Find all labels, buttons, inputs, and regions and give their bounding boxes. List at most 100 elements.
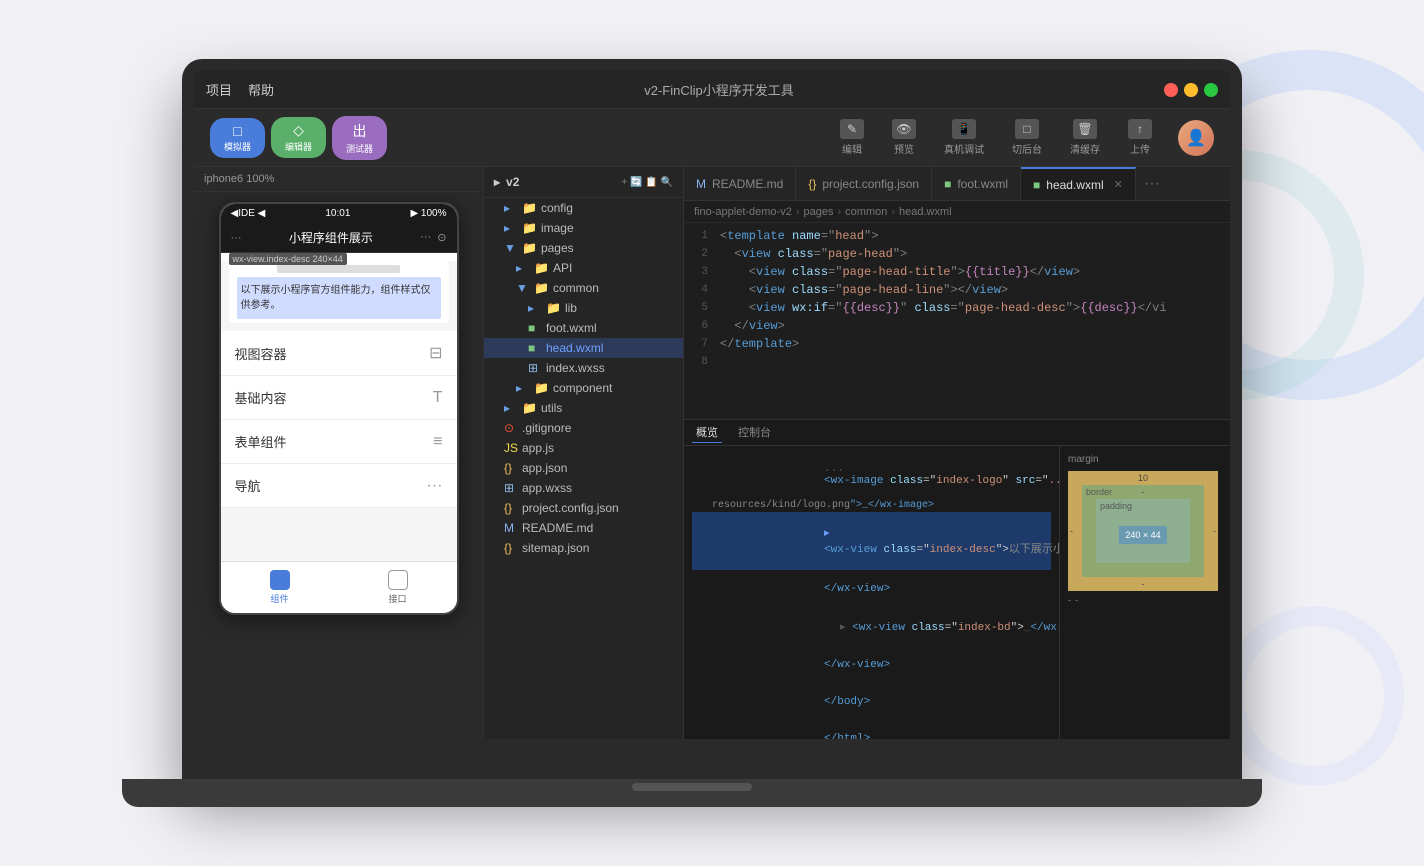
filetree-foot-wxml[interactable]: ■ foot.wxml <box>484 318 683 338</box>
laptop-frame: 项目 帮助 v2-FinClip小程序开发工具 □ 模拟器 <box>182 59 1242 779</box>
phone-list-item-4[interactable]: 导航 ··· <box>221 464 457 508</box>
head-tab-close[interactable]: ✕ <box>1114 178 1123 191</box>
filetree-head-wxml[interactable]: ■ head.wxml <box>484 338 683 358</box>
folder-icon-img: 📁 <box>522 221 537 235</box>
code-area[interactable]: 1 <template name="head"> 2 <view class="… <box>684 223 1230 419</box>
close-btn[interactable] <box>1164 83 1178 97</box>
filetree-pages[interactable]: ▼ 📁 pages <box>484 238 683 258</box>
html-line-3: </wx-view> <box>692 571 1051 607</box>
action-upload[interactable]: ↑ 上传 <box>1118 115 1162 160</box>
filetree-utils[interactable]: ▸ 📁 utils <box>484 398 683 418</box>
filetree-pages-label: pages <box>541 241 574 255</box>
breadcrumb-sep-3: › <box>891 206 895 218</box>
phone-device: ◀IDE ◀ 10:01 ▶ 100% ··· 小程序组件展示 ··· ⊙ <box>219 202 459 615</box>
filetree-actions: + 🔄 📋 🔍 <box>621 177 673 188</box>
menu-project[interactable]: 项目 <box>206 80 232 99</box>
phone-list-item-1[interactable]: 视图容器 ⊟ <box>221 331 457 376</box>
tab-head-wxml[interactable]: ■ head.wxml ✕ <box>1021 167 1136 200</box>
filetree-image[interactable]: ▸ 📁 image <box>484 218 683 238</box>
html-line-2[interactable]: ▸ <wx-view class="index-desc">以下展示小程序官方组… <box>692 512 1051 570</box>
more-tabs-button[interactable]: ··· <box>1136 175 1168 193</box>
maximize-btn[interactable] <box>1204 83 1218 97</box>
minimize-btn[interactable] <box>1184 83 1198 97</box>
code-line-6: 6 </view> <box>684 317 1230 335</box>
filetree-gitignore[interactable]: ⊙ .gitignore <box>484 418 683 438</box>
project-config-tab-icon: {} <box>808 177 816 191</box>
foot-tab-label: foot.wxml <box>957 177 1008 191</box>
phone-list-item-3[interactable]: 表单组件 ≡ <box>221 420 457 464</box>
phone-dots-icon: ··· <box>420 231 431 244</box>
filetree-readme[interactable]: M README.md <box>484 518 683 538</box>
devtools-tab-overview[interactable]: 概览 <box>692 422 722 443</box>
edit-label: 编辑 <box>842 141 862 156</box>
phone-header: iphone6 100% <box>194 167 483 192</box>
filetree-component[interactable]: ▸ 📁 component <box>484 378 683 398</box>
phone-frame: ◀IDE ◀ 10:01 ▶ 100% ··· 小程序组件展示 ··· ⊙ <box>194 192 483 739</box>
phone-nav-components[interactable]: 组件 <box>221 562 339 613</box>
filetree-common[interactable]: ▼ 📁 common <box>484 278 683 298</box>
filetree-index-wxss[interactable]: ⊞ index.wxss <box>484 358 683 378</box>
project-config-tab-label: project.config.json <box>822 177 919 191</box>
simulator-button[interactable]: □ 模拟器 <box>210 118 265 158</box>
phone-nav-api[interactable]: 接口 <box>339 562 457 613</box>
border-top-val: - <box>1142 487 1145 497</box>
filetree-app-js-label: app.js <box>522 441 554 455</box>
wxml-icon-head: ■ <box>528 341 542 355</box>
filetree-project-config-label: project.config.json <box>522 501 619 515</box>
folder-expand-icon-common: ▼ <box>516 281 530 295</box>
action-cache[interactable]: 🗑 清缓存 <box>1060 115 1110 160</box>
filetree-sitemap-label: sitemap.json <box>522 541 589 555</box>
cache-icon: 🗑 <box>1073 119 1097 139</box>
border-label: border <box>1086 487 1112 497</box>
menu-help[interactable]: 帮助 <box>248 80 274 99</box>
editor-panel: M README.md {} project.config.json ■ foo… <box>684 167 1230 739</box>
phone-list-label-1: 视图容器 <box>235 344 287 363</box>
filetree-foot-wxml-label: foot.wxml <box>546 321 597 335</box>
head-tab-label: head.wxml <box>1046 178 1103 192</box>
filetree-app-js[interactable]: JS app.js <box>484 438 683 458</box>
filetree-app-wxss[interactable]: ⊞ app.wxss <box>484 478 683 498</box>
line-num-5: 5 <box>684 299 720 317</box>
action-background[interactable]: □ 切后台 <box>1002 115 1052 160</box>
filetree-api[interactable]: ▸ 📁 API <box>484 258 683 278</box>
tab-readme[interactable]: M README.md <box>684 167 796 200</box>
user-avatar[interactable]: 👤 <box>1178 120 1214 156</box>
tab-project-config[interactable]: {} project.config.json <box>796 167 932 200</box>
phone-content: wx-view.index-desc 240×44 以下展示小程序官方组件能力，… <box>221 261 457 561</box>
editor-button[interactable]: ◇ 编辑器 <box>271 117 326 158</box>
tester-label: 测试器 <box>346 142 373 155</box>
window-controls <box>1164 83 1218 97</box>
folder-icon-utils: 📁 <box>522 401 537 415</box>
cache-label: 清缓存 <box>1070 141 1100 156</box>
code-line-2: 2 <view class="page-head"> <box>684 245 1230 263</box>
filetree-lib[interactable]: ▸ 📁 lib <box>484 298 683 318</box>
box-model-visual: 10 - - - border - <box>1068 471 1218 591</box>
tab-foot-wxml[interactable]: ■ foot.wxml <box>932 167 1021 200</box>
action-debug[interactable]: 📱 真机调试 <box>934 115 994 160</box>
wxml-icon-foot: ■ <box>528 321 542 335</box>
action-preview[interactable]: 👁 预览 <box>882 115 926 160</box>
element-label-badge: wx-view.index-desc 240×44 <box>229 253 347 265</box>
folder-icon-lib: 📁 <box>546 301 561 315</box>
bg-label: 切后台 <box>1012 141 1042 156</box>
json-icon-app: {} <box>504 461 518 475</box>
toolbar: □ 模拟器 ◇ 编辑器 出 测试器 ✎ 编辑 <box>194 109 1230 167</box>
line-content-3: <view class="page-head-title">{{title}}<… <box>720 263 1230 281</box>
wxss-icon-app: ⊞ <box>504 481 518 495</box>
status-time: 10:01 <box>325 208 350 219</box>
editor-icon: ◇ <box>293 122 304 139</box>
filetree-project-config[interactable]: {} project.config.json <box>484 498 683 518</box>
filetree-app-json[interactable]: {} app.json <box>484 458 683 478</box>
devtools-layout: ... <wx-image class="index-logo" src="..… <box>684 446 1230 739</box>
line-content-6: </view> <box>720 317 1230 335</box>
phone-list-item-2[interactable]: 基础内容 T <box>221 376 457 420</box>
folder-icon-common: 📁 <box>534 281 549 295</box>
filetree-sitemap[interactable]: {} sitemap.json <box>484 538 683 558</box>
tester-button[interactable]: 出 测试器 <box>332 116 387 160</box>
action-edit[interactable]: ✎ 编辑 <box>830 115 874 160</box>
phone-back-icon: ··· <box>231 232 242 244</box>
padding-box: padding 240 × 44 <box>1096 499 1190 563</box>
line-content-5: <view wx:if="{{desc}}" class="page-head-… <box>720 299 1230 317</box>
filetree-config[interactable]: ▸ 📁 config <box>484 198 683 218</box>
devtools-tab-console[interactable]: 控制台 <box>734 422 775 443</box>
